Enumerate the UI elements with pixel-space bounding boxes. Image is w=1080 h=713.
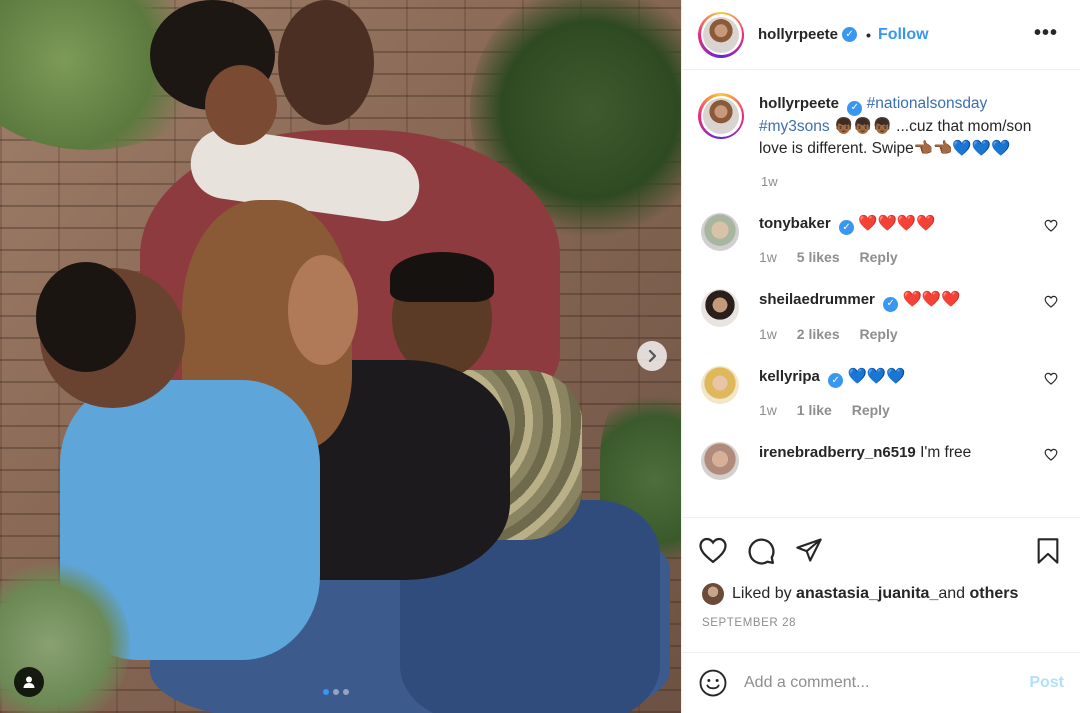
verified-badge-icon: ✓ (828, 373, 844, 388)
carousel-dot (343, 689, 349, 695)
reply-button[interactable]: Reply (860, 326, 898, 342)
reply-button[interactable]: Reply (860, 249, 898, 265)
user-icon (23, 676, 35, 688)
comment-likes[interactable]: 2 likes (797, 326, 840, 342)
add-comment-bar: Add a comment... Post (682, 652, 1080, 713)
liked-by-prefix: Liked by (732, 585, 792, 602)
carousel-dot (333, 689, 339, 695)
comment-item: irenebradberry_n6519 I'm free (698, 442, 1064, 480)
like-comment-heart-icon[interactable] (1044, 448, 1058, 461)
chevron-right-icon (648, 349, 657, 363)
emoji-smiley-icon[interactable] (698, 668, 728, 698)
comment-item: sheilaedrummer ✓ ❤️❤️❤️ 1w 2 likes Reply (698, 289, 1064, 342)
bookmark-icon[interactable] (1034, 536, 1062, 566)
comments-list[interactable]: hollyrpeete ✓ #nationalsonsday #my3sons … (682, 71, 1080, 517)
author-username[interactable]: hollyrpeete (758, 26, 838, 43)
comment-timestamp[interactable]: 1w (759, 326, 777, 342)
caption-emoji: 👈🏾👈🏾💙💙💙 (913, 139, 1011, 157)
next-image-button[interactable] (637, 341, 667, 371)
commenter-avatar[interactable] (701, 442, 739, 480)
caption: hollyrpeete ✓ #nationalsonsday #my3sons … (698, 93, 1064, 160)
share-paper-plane-icon[interactable] (794, 536, 824, 564)
boy-hair (36, 262, 136, 372)
comment-text: ❤️❤️❤️❤️ (858, 214, 936, 232)
like-comment-heart-icon[interactable] (1044, 295, 1058, 308)
liked-by-and: and (938, 585, 966, 602)
caption-timestamp[interactable]: 1w (761, 174, 1064, 189)
author-avatar[interactable] (698, 11, 744, 58)
commenter-username[interactable]: sheilaedrummer (759, 291, 875, 308)
teen-hair (390, 252, 494, 302)
commenter-username[interactable]: kellyripa (759, 368, 820, 385)
verified-badge-icon: ✓ (839, 220, 855, 235)
child-on-back-face (205, 65, 277, 145)
add-comment-input[interactable]: Add a comment... (744, 674, 1029, 692)
reply-button[interactable]: Reply (852, 402, 890, 418)
comment-timestamp[interactable]: 1w (759, 402, 777, 418)
tagged-users-button[interactable] (14, 667, 44, 697)
avatar-image (703, 16, 739, 53)
like-comment-heart-icon[interactable] (1044, 219, 1058, 232)
like-comment-heart-icon[interactable] (1044, 372, 1058, 385)
post-header: hollyrpeete ✓ • Follow ••• (682, 0, 1080, 70)
post-comment-button[interactable]: Post (1029, 674, 1064, 692)
comment-likes[interactable]: 5 likes (797, 249, 840, 265)
liked-by-others[interactable]: others (970, 585, 1019, 603)
caption-avatar[interactable] (698, 93, 744, 139)
commenter-avatar[interactable] (701, 365, 739, 404)
post-date[interactable]: SEPTEMBER 28 (702, 617, 796, 629)
instagram-post: hollyrpeete ✓ • Follow ••• hollyrpeete ✓… (0, 0, 1080, 713)
carousel-indicator (323, 689, 349, 695)
commenter-username[interactable]: tonybaker (759, 215, 831, 232)
mother-face (288, 255, 358, 365)
separator-dot: • (866, 26, 871, 43)
caption-text: hollyrpeete ✓ #nationalsonsday #my3sons … (759, 93, 1049, 160)
verified-badge-icon: ✓ (842, 27, 858, 42)
hashtag-link[interactable]: #my3sons (759, 118, 830, 135)
post-sidebar: hollyrpeete ✓ • Follow ••• hollyrpeete ✓… (681, 0, 1080, 713)
commenter-avatar[interactable] (701, 212, 739, 251)
comment-item: tonybaker ✓ ❤️❤️❤️❤️ 1w 5 likes Reply (698, 212, 1064, 265)
comment-likes[interactable]: 1 like (797, 402, 832, 418)
commenter-username[interactable]: irenebradberry_n6519 (759, 444, 916, 461)
comment-item: kellyripa ✓ 💙💙💙 1w 1 like Reply (698, 365, 1064, 418)
follow-button[interactable]: Follow (878, 26, 929, 44)
liker-username[interactable]: anastasia_juanita_ (796, 585, 938, 603)
post-actions (682, 517, 1080, 587)
comment-timestamp[interactable]: 1w (759, 249, 777, 265)
liked-by: Liked by anastasia_juanita_ and others (702, 583, 1018, 605)
comment-text: ❤️❤️❤️ (902, 291, 961, 308)
comment-text: 💙💙💙 (847, 367, 906, 385)
post-photo[interactable] (0, 0, 681, 713)
caption-emoji: 👦🏾👦🏾👦🏾 (833, 117, 892, 135)
hashtag-link[interactable]: #nationalsonsday (867, 95, 988, 112)
avatar-image (703, 98, 739, 134)
liker-avatar[interactable] (702, 583, 724, 605)
commenter-avatar[interactable] (701, 289, 739, 327)
more-options-icon[interactable]: ••• (1034, 22, 1058, 45)
verified-badge-icon: ✓ (883, 296, 899, 312)
comment-bubble-icon[interactable] (746, 536, 776, 566)
carousel-dot-active (323, 689, 329, 695)
verified-badge-icon: ✓ (847, 100, 863, 116)
comment-text: I'm free (920, 444, 972, 461)
like-heart-icon[interactable] (698, 536, 728, 564)
caption-username[interactable]: hollyrpeete (759, 95, 839, 112)
father-head (278, 0, 374, 125)
